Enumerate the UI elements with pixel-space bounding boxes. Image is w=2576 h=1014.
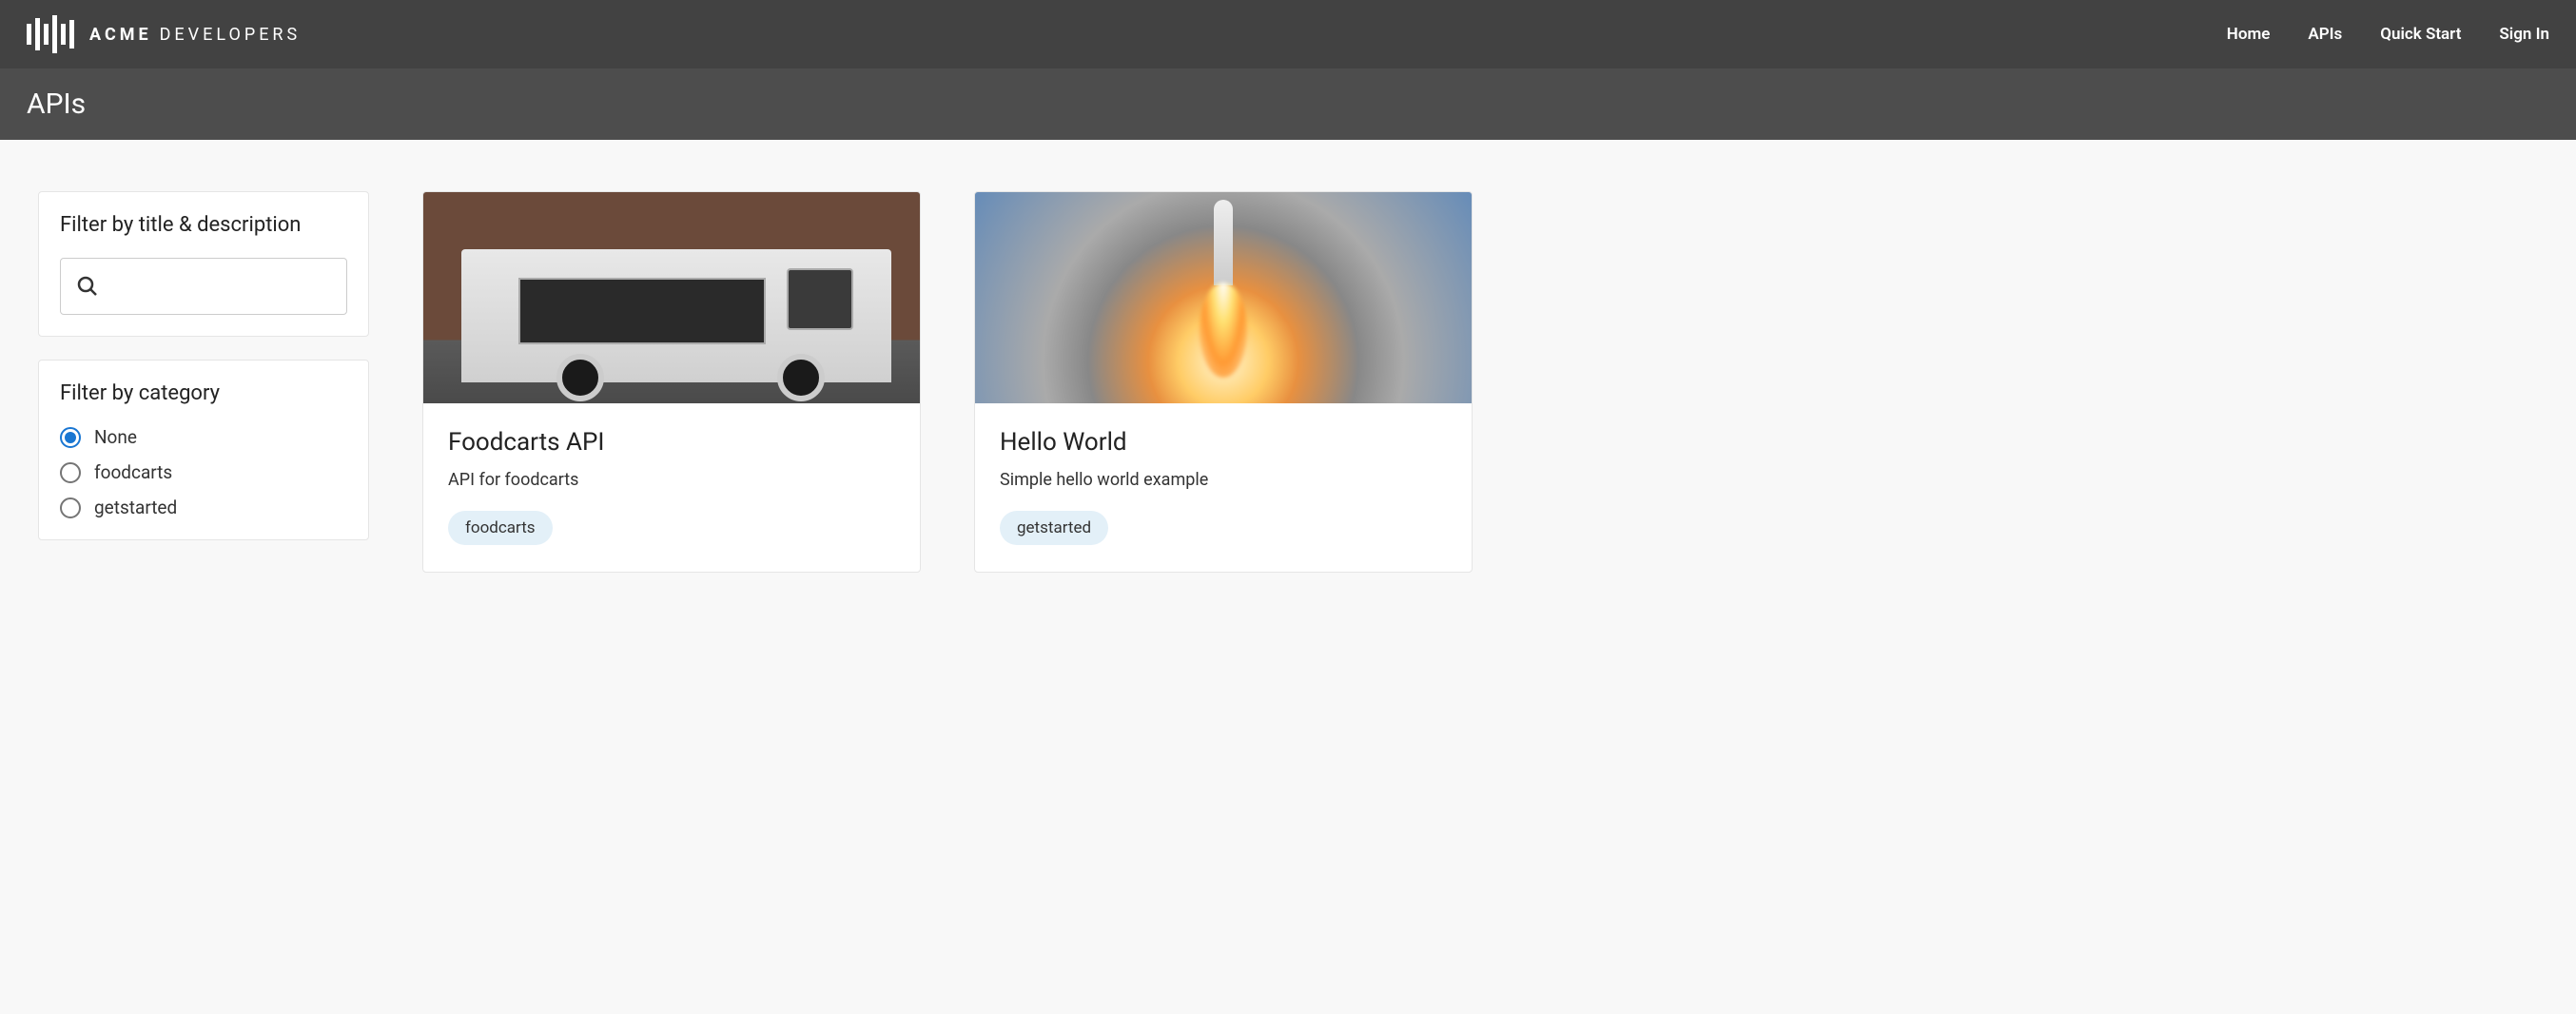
search-box[interactable] — [60, 258, 347, 315]
filter-text-title: Filter by title & description — [60, 213, 347, 237]
radio-unselected-icon — [60, 462, 81, 483]
filter-text-panel: Filter by title & description — [38, 191, 369, 337]
category-option-none[interactable]: None — [60, 426, 347, 448]
brand-logo[interactable]: ACME DEVELOPERS — [27, 15, 301, 53]
card-description: Simple hello world example — [1000, 470, 1447, 490]
brand-name-light: DEVELOPERS — [160, 25, 302, 45]
page-subheader: APIs — [0, 68, 2576, 140]
primary-nav: Home APIs Quick Start Sign In — [2227, 25, 2549, 44]
category-label: getstarted — [94, 497, 177, 518]
filter-sidebar: Filter by title & description Filter by … — [38, 191, 369, 540]
filter-category-panel: Filter by category None foodcarts getsta… — [38, 360, 369, 540]
nav-sign-in[interactable]: Sign In — [2499, 25, 2549, 44]
page-title: APIs — [27, 88, 2549, 121]
logo-bars-icon — [27, 15, 74, 53]
category-radio-group: None foodcarts getstarted — [60, 426, 347, 518]
api-card-foodcarts[interactable]: Foodcarts API API for foodcarts foodcart… — [422, 191, 921, 573]
nav-home[interactable]: Home — [2227, 25, 2271, 44]
main-content: Filter by title & description Filter by … — [0, 140, 2576, 624]
nav-quick-start[interactable]: Quick Start — [2380, 25, 2461, 44]
nav-apis[interactable]: APIs — [2308, 25, 2342, 44]
card-body: Hello World Simple hello world example g… — [975, 403, 1472, 572]
card-body: Foodcarts API API for foodcarts foodcart… — [423, 403, 920, 572]
category-option-foodcarts[interactable]: foodcarts — [60, 461, 347, 483]
filter-category-title: Filter by category — [60, 381, 347, 405]
card-image-rocket-launch — [975, 192, 1472, 403]
card-description: API for foodcarts — [448, 470, 895, 490]
category-option-getstarted[interactable]: getstarted — [60, 497, 347, 518]
radio-unselected-icon — [60, 497, 81, 518]
card-tag[interactable]: getstarted — [1000, 511, 1108, 545]
card-title: Foodcarts API — [448, 428, 895, 457]
brand-name-bold: ACME — [89, 25, 152, 45]
category-label: foodcarts — [94, 461, 172, 483]
card-title: Hello World — [1000, 428, 1447, 457]
brand-text: ACME DEVELOPERS — [89, 25, 301, 45]
api-card-grid: Foodcarts API API for foodcarts foodcart… — [422, 191, 2538, 573]
category-label: None — [94, 426, 137, 448]
card-image-food-truck — [423, 192, 920, 403]
search-icon — [76, 275, 99, 298]
radio-selected-icon — [60, 427, 81, 448]
api-card-hello-world[interactable]: Hello World Simple hello world example g… — [974, 191, 1473, 573]
top-navigation-bar: ACME DEVELOPERS Home APIs Quick Start Sig… — [0, 0, 2576, 68]
card-tag[interactable]: foodcarts — [448, 511, 553, 545]
search-input[interactable] — [110, 278, 331, 295]
